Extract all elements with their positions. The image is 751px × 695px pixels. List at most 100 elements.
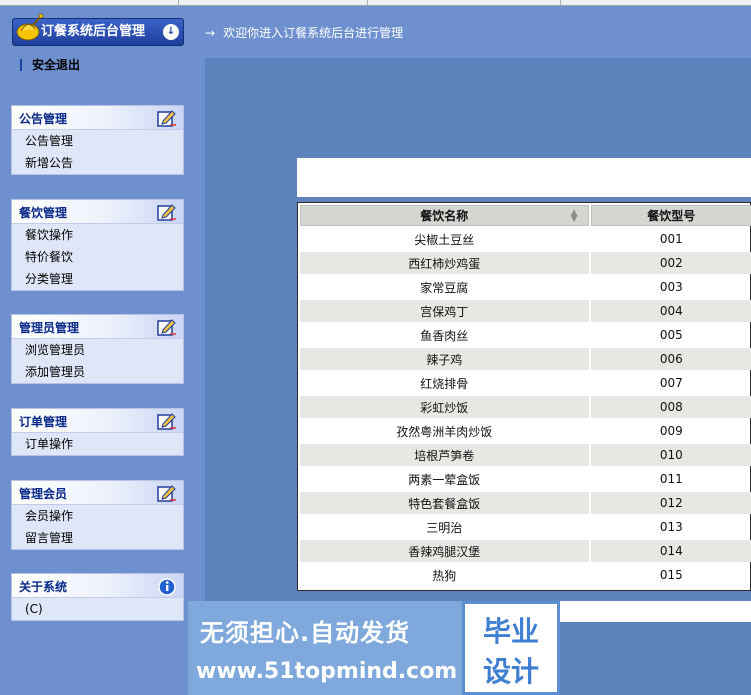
watermark-left: 无须担心.自动发货 www.51topmind.com xyxy=(188,601,462,695)
watermark-banner: 无须担心.自动发货 www.51topmind.com 毕业 设计 xyxy=(188,601,560,695)
panel-title: 管理会员 xyxy=(19,487,68,501)
table-row[interactable]: 热狗 015 xyxy=(300,564,751,586)
dish-code-cell: 015 xyxy=(659,568,683,582)
bell-logo-icon xyxy=(16,13,44,41)
table-row[interactable]: 三明治 013 xyxy=(300,516,751,538)
sidebar-item[interactable]: 订单操作 xyxy=(12,433,183,455)
edit-icon[interactable] xyxy=(157,484,177,503)
dish-name-cell: 培根芦笋卷 xyxy=(300,444,589,466)
sidebar-panel: 管理员管理浏览管理员 添加管理员 xyxy=(11,314,184,384)
table-row[interactable]: 培根芦笋卷 010 xyxy=(300,444,751,466)
edit-icon[interactable] xyxy=(157,203,177,222)
watermark-badge: 毕业 设计 xyxy=(462,601,560,695)
panel-title: 订单管理 xyxy=(19,415,68,429)
dish-code-cell: 001 xyxy=(659,232,683,246)
sidebar-panel: 公告管理 公告管理 新增公告 xyxy=(11,105,184,175)
table-row[interactable]: 家常豆腐 003 xyxy=(300,276,751,298)
dish-code-cell: 007 xyxy=(659,376,683,390)
sidebar-item[interactable]: 特价餐饮 xyxy=(12,246,183,268)
panel-title: 餐饮管理 xyxy=(19,206,68,220)
dish-name-cell: 尖椒土豆丝 xyxy=(414,232,475,247)
table-row[interactable]: 辣子鸡 006 xyxy=(300,348,751,370)
dish-code-cell: 010 xyxy=(590,444,751,466)
toolbar-area xyxy=(297,158,751,197)
panel-header[interactable]: 餐饮管理 xyxy=(12,200,183,224)
sidebar-item[interactable]: 餐饮操作 xyxy=(12,224,183,246)
table-row[interactable]: 西红柿炒鸡蛋 002 xyxy=(300,252,751,274)
table-row[interactable]: 尖椒土豆丝 001 xyxy=(300,228,751,250)
sidebar-panel: 管理会员会员操作 留言管理 xyxy=(11,480,184,550)
dish-code-cell: 006 xyxy=(590,348,751,370)
dish-name-cell: 热狗 xyxy=(432,568,457,583)
table-row[interactable]: 鱼香肉丝 005 xyxy=(300,324,751,346)
table-row[interactable]: 香辣鸡腿汉堡 014 xyxy=(300,540,751,562)
chevron-down-icon[interactable]: ↓ xyxy=(163,24,179,40)
panel-title: 公告管理 xyxy=(19,112,68,126)
dish-table: 餐饮名称 ▲ ▼ 餐饮型号 尖椒土豆丝 001 西红柿炒鸡蛋 002 家常豆腐 003 宫保鸡丁… xyxy=(297,202,751,591)
table-row[interactable]: 宫保鸡丁 004 xyxy=(300,300,751,322)
logout-link[interactable]: 安全退出 xyxy=(20,56,80,73)
watermark-badge-line1: 毕业 xyxy=(482,615,539,648)
table-row[interactable]: 两素一荤盒饭 011 xyxy=(300,468,751,490)
dish-name-cell: 彩虹炒饭 xyxy=(300,396,589,418)
sidebar-item[interactable]: 新增公告 xyxy=(12,152,183,174)
welcome-text: 欢迎你进入订餐系统后台进行管理 xyxy=(223,26,404,40)
sidebar-panel: 订单管理订单操作 xyxy=(11,408,184,456)
watermark-badge-line2: 设计 xyxy=(482,655,539,688)
dish-name-cell: 红烧排骨 xyxy=(420,376,469,391)
sidebar-item[interactable]: 公告管理 xyxy=(12,130,183,152)
edit-icon[interactable] xyxy=(157,412,177,431)
watermark-line2: www.51topmind.com xyxy=(196,659,458,684)
logout-label: 安全退出 xyxy=(32,58,81,72)
dish-name-cell: 宫保鸡丁 xyxy=(300,300,589,322)
dish-name-cell: 特色套餐盒饭 xyxy=(300,492,589,514)
arrow-right-icon: → xyxy=(205,26,216,40)
edit-icon[interactable] xyxy=(157,318,177,337)
dish-name-cell: 两素一荤盒饭 xyxy=(408,472,481,487)
dish-code-cell: 012 xyxy=(590,492,751,514)
panel-title: 关于系统 xyxy=(19,580,68,594)
dish-code-cell: 013 xyxy=(659,520,683,534)
panel-header[interactable]: 公告管理 xyxy=(12,106,183,130)
panel-header[interactable]: 管理员管理 xyxy=(12,315,183,339)
dish-name-cell: 鱼香肉丝 xyxy=(420,328,469,343)
dish-name-cell: 孜然粤洲羊肉炒饭 xyxy=(396,424,493,439)
dish-code-cell: 005 xyxy=(659,328,683,342)
dish-code-cell: 004 xyxy=(590,300,751,322)
sidebar-item[interactable]: 留言管理 xyxy=(12,527,183,549)
watermark-line1: 无须担心.自动发货 xyxy=(200,619,411,647)
panel-header[interactable]: 关于系统 xyxy=(12,574,183,598)
sidebar-item[interactable]: (C) xyxy=(12,598,183,620)
welcome-message: → 欢迎你进入订餐系统后台进行管理 xyxy=(205,24,403,41)
panel-title: 管理员管理 xyxy=(19,321,80,335)
dish-code-cell: 003 xyxy=(659,280,683,294)
dish-code-cell: 009 xyxy=(659,424,683,438)
dish-code-cell: 008 xyxy=(590,396,751,418)
app-title: 订餐系统后台管理 xyxy=(41,24,146,39)
table-row[interactable]: 红烧排骨 007 xyxy=(300,372,751,394)
sidebar-panel: 关于系统 (C) xyxy=(11,573,184,621)
dish-name-cell: 辣子鸡 xyxy=(300,348,589,370)
dish-code-cell: 011 xyxy=(659,472,683,486)
sidebar-item[interactable]: 分类管理 xyxy=(12,268,183,290)
table-row[interactable]: 特色套餐盒饭 012 xyxy=(300,492,751,514)
sidebar-item[interactable]: 会员操作 xyxy=(12,505,183,527)
dish-code-cell: 002 xyxy=(590,252,751,274)
sort-icon[interactable]: ▲ ▼ xyxy=(571,209,578,224)
divider xyxy=(20,59,22,71)
sidebar-panel: 餐饮管理餐饮操作 特价餐饮 分类管理 xyxy=(11,199,184,291)
column-header-code[interactable]: 餐饮型号 xyxy=(590,205,751,226)
app-title-bar[interactable]: 订餐系统后台管理 ↓ xyxy=(12,13,184,46)
table-row[interactable]: 彩虹炒饭 008 xyxy=(300,396,751,418)
dish-name-cell: 三明治 xyxy=(426,520,463,535)
sidebar-item[interactable]: 浏览管理员 xyxy=(12,339,183,361)
panel-header[interactable]: 订单管理 xyxy=(12,409,183,433)
edit-icon[interactable] xyxy=(157,109,177,128)
table-row[interactable]: 孜然粤洲羊肉炒饭 009 xyxy=(300,420,751,442)
info-icon[interactable] xyxy=(157,577,177,596)
column-header-name[interactable]: 餐饮名称 ▲ ▼ xyxy=(300,205,589,226)
dish-name-cell: 香辣鸡腿汉堡 xyxy=(300,540,589,562)
panel-header[interactable]: 管理会员 xyxy=(12,481,183,505)
dish-code-cell: 014 xyxy=(590,540,751,562)
sidebar-item[interactable]: 添加管理员 xyxy=(12,361,183,383)
